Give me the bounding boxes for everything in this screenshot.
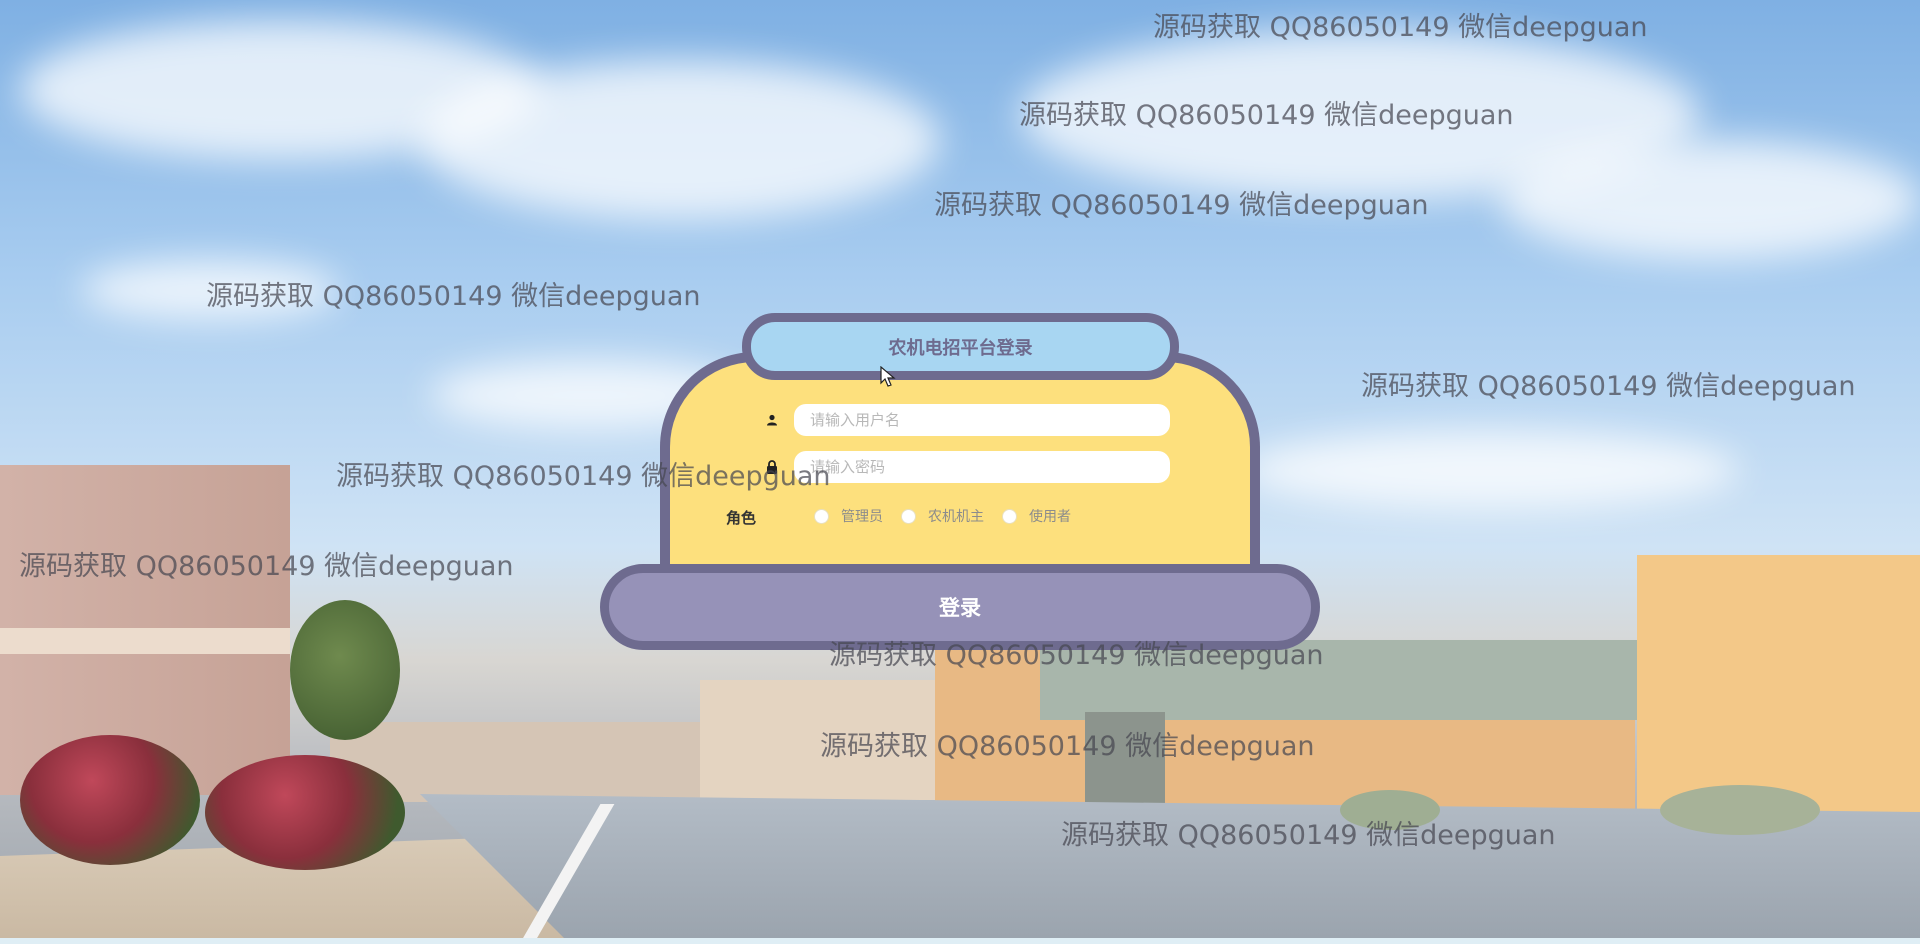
shrub <box>1660 785 1820 835</box>
password-input[interactable] <box>794 451 1170 483</box>
login-title: 农机电招平台登录 <box>742 313 1179 380</box>
radio-button[interactable] <box>901 508 916 524</box>
watermark-text: 源码获取 QQ86050149 微信deepguan <box>820 731 1315 762</box>
tree <box>290 600 400 740</box>
bottom-strip <box>0 938 1920 944</box>
role-option-user[interactable]: 使用者 <box>1002 506 1071 526</box>
bush <box>20 735 200 865</box>
watermark-text: 源码获取 QQ86050149 微信deepguan <box>1019 100 1514 131</box>
building-stripe <box>0 628 290 654</box>
role-option-machine-owner[interactable]: 农机机主 <box>901 506 984 526</box>
watermark-text: 源码获取 QQ86050149 微信deepguan <box>1153 12 1648 43</box>
username-row <box>765 404 1170 436</box>
cloud <box>420 60 940 220</box>
role-option-label: 使用者 <box>1029 508 1071 524</box>
watermark-text: 源码获取 QQ86050149 微信deepguan <box>934 190 1429 221</box>
cloud <box>1500 140 1920 260</box>
radio-button[interactable] <box>1002 508 1017 524</box>
radio-button[interactable] <box>814 508 829 524</box>
watermark-text: 源码获取 QQ86050149 微信deepguan <box>336 461 831 492</box>
role-radio-group: 管理员 农机机主 使用者 <box>814 506 1089 526</box>
cloud <box>1240 430 1740 510</box>
watermark-text: 源码获取 QQ86050149 微信deepguan <box>19 551 514 582</box>
watermark-text: 源码获取 QQ86050149 微信deepguan <box>206 281 701 312</box>
bush <box>205 755 405 870</box>
mouse-cursor-icon <box>880 365 896 393</box>
user-icon <box>765 413 779 427</box>
role-label: 角色 <box>726 510 757 527</box>
watermark-text: 源码获取 QQ86050149 微信deepguan <box>829 640 1324 671</box>
watermark-text: 源码获取 QQ86050149 微信deepguan <box>1061 820 1556 851</box>
username-input[interactable] <box>794 404 1170 436</box>
watermark-text: 源码获取 QQ86050149 微信deepguan <box>1361 371 1856 402</box>
role-option-label: 管理员 <box>841 508 883 524</box>
login-page-background: 源码获取 QQ86050149 微信deepguan 源码获取 QQ860501… <box>0 0 1920 944</box>
role-option-label: 农机机主 <box>928 508 984 524</box>
role-option-admin[interactable]: 管理员 <box>814 506 883 526</box>
